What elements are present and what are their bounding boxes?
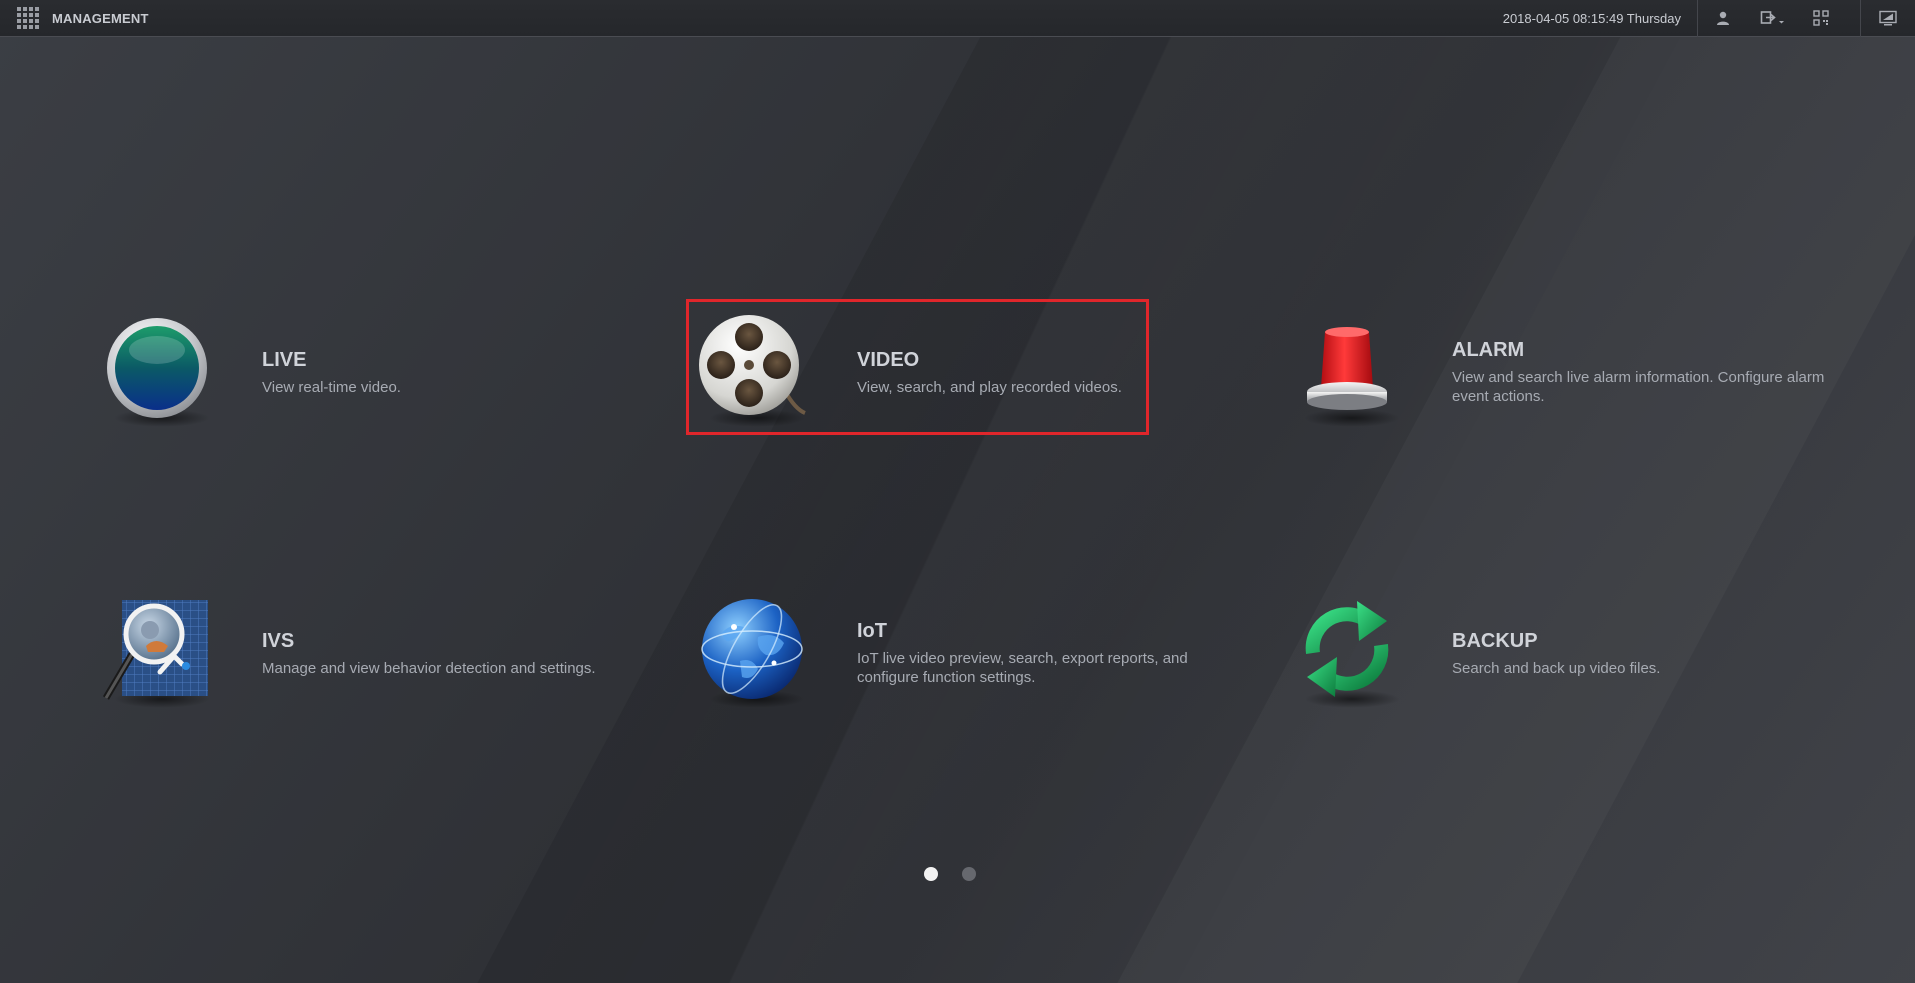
page-title: MANAGEMENT — [52, 10, 149, 26]
tile-title[interactable]: BACKUP — [1452, 630, 1832, 653]
alarm-siren-icon[interactable] — [1292, 313, 1402, 423]
selection-highlight — [686, 299, 1149, 435]
tile-ivs[interactable]: IVS Manage and view behavior detection a… — [102, 594, 622, 734]
user-icon — [1717, 11, 1729, 25]
top-bar-right: 2018-04-05 08:15:49 Thursday — [1503, 0, 1915, 37]
tile-text: LIVE View real-time video. — [262, 349, 642, 397]
tile-iot[interactable]: IoT IoT live video preview, search, expo… — [697, 594, 1217, 734]
display-button[interactable] — [1861, 0, 1915, 37]
tile-text: ALARM View and search live alarm informa… — [1452, 339, 1832, 406]
logout-icon — [1760, 11, 1784, 24]
tile-live[interactable]: LIVE View real-time video. — [102, 313, 622, 453]
monitor-icon — [1879, 10, 1897, 26]
grid-menu-icon[interactable] — [17, 7, 39, 29]
tile-text: BACKUP Search and back up video files. — [1452, 630, 1832, 678]
tile-title[interactable]: LIVE — [262, 349, 642, 372]
refresh-arrows-icon[interactable] — [1292, 594, 1402, 704]
live-lens-icon[interactable] — [102, 313, 212, 423]
qr-code-icon — [1813, 10, 1829, 26]
tile-title[interactable]: ALARM — [1452, 339, 1832, 362]
tile-description: Search and back up video files. — [1452, 660, 1661, 677]
tile-backup[interactable]: BACKUP Search and back up video files. — [1292, 594, 1812, 734]
tile-description: View and search live alarm information. … — [1452, 369, 1825, 405]
page-dot-1[interactable] — [924, 867, 938, 881]
tile-alarm[interactable]: ALARM View and search live alarm informa… — [1292, 313, 1824, 453]
tile-description: IoT live video preview, search, export r… — [857, 650, 1188, 686]
page-indicator — [924, 867, 976, 881]
tile-text: IVS Manage and view behavior detection a… — [262, 630, 642, 678]
user-button[interactable] — [1698, 0, 1748, 37]
ivs-magnifier-icon[interactable] — [102, 594, 212, 704]
logout-button[interactable] — [1748, 0, 1798, 37]
tile-text: IoT IoT live video preview, search, expo… — [857, 620, 1237, 687]
qr-code-button[interactable] — [1798, 0, 1844, 37]
globe-icon[interactable] — [697, 594, 807, 704]
top-bar: MANAGEMENT 2018-04-05 08:15:49 Thursday — [0, 0, 1915, 37]
system-datetime: 2018-04-05 08:15:49 Thursday — [1502, 10, 1681, 26]
page-dot-2[interactable] — [962, 867, 976, 881]
tile-description: Manage and view behavior detection and s… — [262, 660, 596, 677]
tile-description: View real-time video. — [262, 379, 401, 396]
tile-title[interactable]: IoT — [857, 620, 1237, 643]
tile-title[interactable]: IVS — [262, 630, 642, 653]
